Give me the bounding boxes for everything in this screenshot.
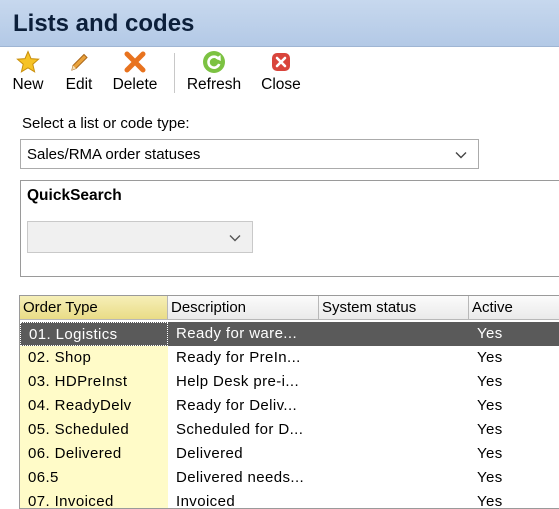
cell-active: Yes — [477, 445, 503, 462]
cell-active: Yes — [477, 493, 503, 509]
cell-description: Ready for PreIn... — [176, 349, 301, 366]
list-type-value: Sales/RMA order statuses — [27, 146, 201, 163]
cell-description: Delivered — [176, 445, 243, 462]
cell-system-status — [319, 442, 469, 466]
column-header-system-status[interactable]: System status — [319, 296, 469, 320]
list-type-select[interactable]: Sales/RMA order statuses — [20, 139, 479, 169]
cell-active: Yes — [469, 322, 559, 346]
table-row[interactable]: 07. Invoiced Invoiced Yes — [20, 490, 559, 509]
column-header-order-type[interactable]: Order Type — [20, 296, 168, 320]
cell-system-status — [319, 418, 469, 442]
cell-active: Yes — [477, 421, 503, 438]
delete-button[interactable]: Delete — [107, 50, 163, 96]
cell-active: Yes — [477, 469, 503, 486]
title-bar: Lists and codes — [0, 0, 559, 47]
cell-active: Yes — [477, 397, 503, 414]
window-title: Lists and codes — [13, 10, 195, 37]
table-row[interactable]: 02. Shop Ready for PreIn... Yes — [20, 346, 559, 370]
cell-order-type: 03. HDPreInst — [20, 370, 168, 394]
cell-system-status — [319, 394, 469, 418]
close-icon — [272, 53, 290, 71]
table-row[interactable]: 05. Scheduled Scheduled for D... Yes — [20, 418, 559, 442]
toolbar: New Edit Delete Refresh Close — [0, 47, 559, 99]
close-label: Close — [261, 76, 301, 93]
refresh-label: Refresh — [186, 76, 242, 93]
cell-description: Scheduled for D... — [176, 421, 304, 438]
list-type-label: Select a list or code type: — [22, 115, 190, 132]
refresh-icon — [203, 51, 225, 73]
toolbar-separator — [174, 53, 175, 93]
delete-label: Delete — [112, 76, 158, 93]
cell-description: Invoiced — [176, 493, 236, 509]
cell-order-type: 05. Scheduled — [20, 418, 168, 442]
table-row[interactable]: 04. ReadyDelv Ready for Deliv... Yes — [20, 394, 559, 418]
refresh-button[interactable]: Refresh — [184, 50, 244, 96]
column-header-description[interactable]: Description — [168, 296, 319, 320]
codes-grid[interactable]: Order Type Description System status Act… — [19, 295, 559, 509]
cell-order-type: 02. Shop — [20, 346, 168, 370]
chevron-down-icon — [229, 235, 241, 242]
cell-order-type: 01. Logistics — [20, 322, 168, 346]
grid-header: Order Type Description System status Act… — [20, 296, 559, 320]
cell-order-type: 04. ReadyDelv — [20, 394, 168, 418]
column-header-active[interactable]: Active — [469, 296, 559, 320]
cell-description: Ready for ware... — [168, 322, 319, 346]
table-row[interactable]: 03. HDPreInst Help Desk pre-i... Yes — [20, 370, 559, 394]
cell-system-status — [319, 322, 469, 346]
cell-system-status — [319, 490, 469, 508]
quicksearch-select[interactable] — [27, 221, 253, 253]
edit-button[interactable]: Edit — [60, 50, 98, 96]
quicksearch-title: QuickSearch — [27, 187, 122, 204]
cell-system-status — [319, 466, 469, 490]
chevron-down-icon — [455, 152, 467, 159]
cell-description: Ready for Deliv... — [176, 397, 298, 414]
cell-system-status — [319, 370, 469, 394]
delete-x-icon — [124, 51, 146, 73]
new-label: New — [12, 76, 44, 93]
cell-active: Yes — [477, 349, 503, 366]
cell-description: Help Desk pre-i... — [176, 373, 300, 390]
close-button[interactable]: Close — [258, 50, 304, 96]
quicksearch-panel: QuickSearch — [20, 180, 559, 277]
cell-description: Delivered needs... — [176, 469, 305, 486]
cell-order-type: 06.5 — [20, 466, 168, 490]
table-row[interactable]: 01. Logistics Ready for ware... Yes — [20, 322, 559, 346]
table-row[interactable]: 06. Delivered Delivered Yes — [20, 442, 559, 466]
cell-order-type: 06. Delivered — [20, 442, 168, 466]
cell-active: Yes — [477, 373, 503, 390]
table-row[interactable]: 06.5 Delivered needs... Yes — [20, 466, 559, 490]
edit-label: Edit — [65, 76, 93, 93]
star-icon — [16, 50, 40, 73]
cell-order-type: 07. Invoiced — [20, 490, 168, 508]
pencil-icon — [71, 53, 88, 71]
new-button[interactable]: New — [8, 50, 48, 96]
cell-system-status — [319, 346, 469, 370]
